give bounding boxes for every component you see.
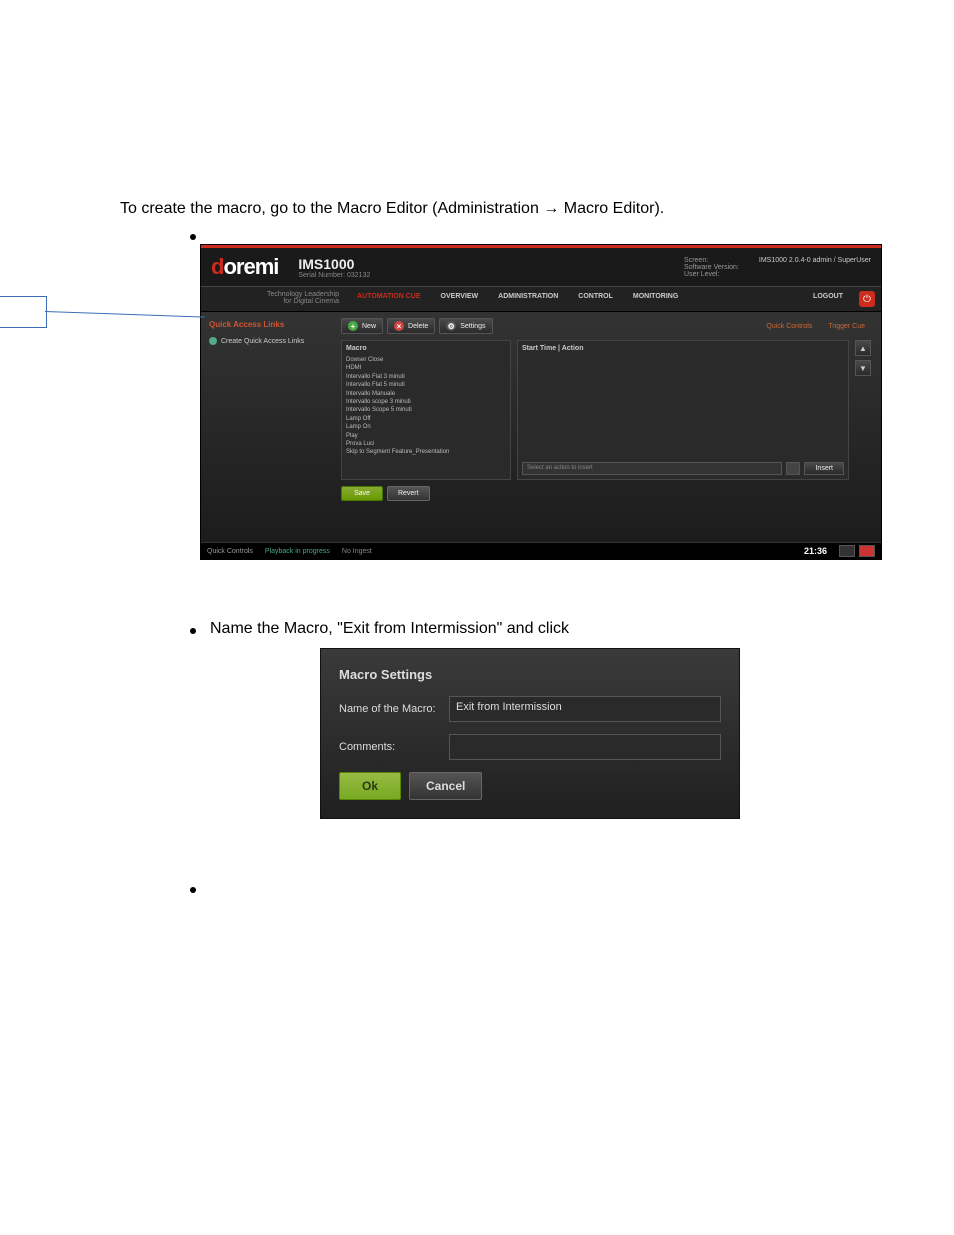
screen-label: Screen: <box>684 257 739 264</box>
screen-value: IMS1000 <box>759 257 787 264</box>
user-label: User Level: <box>684 271 739 278</box>
footer-playback: Playback in progress <box>265 548 330 555</box>
footer-time: 21:36 <box>804 546 827 556</box>
plus-icon: + <box>348 321 358 331</box>
link-icon <box>209 337 217 345</box>
settings-button[interactable]: ⚙Settings <box>439 318 492 334</box>
revert-button[interactable]: Revert <box>387 486 430 501</box>
tagline-2: for Digital Cinema <box>209 298 339 305</box>
serial-number: Serial Number: 032132 <box>298 272 370 279</box>
move-up-button[interactable]: ▲ <box>855 340 871 356</box>
tab-overview[interactable]: OVERVIEW <box>431 287 489 311</box>
sw-label: Software Version: <box>684 264 739 271</box>
bullet-icon <box>190 887 196 893</box>
footer-icon-2[interactable] <box>859 545 875 557</box>
intro-text: To create the macro, go to the Macro Edi… <box>60 200 894 218</box>
comments-label: Comments: <box>339 741 449 753</box>
list-item[interactable]: Intervallo Scope 5 minuti <box>346 406 506 414</box>
ok-button[interactable]: Ok <box>339 772 401 800</box>
trigger-cue-link[interactable]: Trigger Cue <box>822 321 871 332</box>
sidebar-title: Quick Access Links <box>209 320 323 329</box>
tab-administration[interactable]: ADMINISTRATION <box>488 287 568 311</box>
name-label: Name of the Macro: <box>339 703 449 715</box>
comments-input[interactable] <box>449 734 721 760</box>
footer-icon-1[interactable] <box>839 545 855 557</box>
product-name: IMS1000 <box>298 256 370 272</box>
callout-line <box>45 311 205 318</box>
list-item[interactable]: Intervallo Manuale <box>346 390 506 398</box>
macro-editor-screenshot: doremi IMS1000 Serial Number: 032132 Scr… <box>200 244 882 560</box>
macro-name-input[interactable]: Exit from Intermission <box>449 696 721 722</box>
tab-monitoring[interactable]: MONITORING <box>623 287 688 311</box>
macro-settings-dialog: Macro Settings Name of the Macro: Exit f… <box>320 648 740 819</box>
macro-panel-label: Macro <box>346 345 506 352</box>
step2-text: Name the Macro, "Exit from Intermission"… <box>210 620 569 638</box>
user-value: admin / SuperUser <box>813 257 871 264</box>
list-item[interactable]: Intervallo scope 3 minuti <box>346 398 506 406</box>
footer-quick-controls[interactable]: Quick Controls <box>207 548 253 555</box>
create-quick-access-link[interactable]: Create Quick Access Links <box>209 337 323 345</box>
list-item[interactable]: Skip to Segment Feature_Presentation <box>346 448 506 456</box>
sidebar-link-label: Create Quick Access Links <box>221 338 304 345</box>
list-item[interactable]: Prova Luci <box>346 440 506 448</box>
action-panel-header: Start Time | Action <box>522 345 844 352</box>
bullet-icon <box>190 628 196 634</box>
logout-button[interactable]: LOGOUT <box>803 287 853 311</box>
doremi-logo: doremi <box>211 254 278 280</box>
list-item[interactable]: Play <box>346 432 506 440</box>
delete-button[interactable]: ×Delete <box>387 318 435 334</box>
tab-automation-cue[interactable]: Automation Cue <box>347 287 431 311</box>
callout-box <box>0 296 47 328</box>
power-icon[interactable]: ⏻ <box>859 291 875 307</box>
action-select[interactable]: Select an action to insert <box>522 462 782 475</box>
bullet-icon <box>190 234 196 240</box>
sw-value: 2.0.4-0 <box>789 257 811 264</box>
insert-button[interactable]: Insert <box>804 462 844 475</box>
footer-ingest: No Ingest <box>342 548 372 555</box>
move-down-button[interactable]: ▼ <box>855 360 871 376</box>
list-item[interactable]: Lamp On <box>346 423 506 431</box>
tab-control[interactable]: CONTROL <box>568 287 623 311</box>
dropdown-icon[interactable] <box>786 462 800 475</box>
save-button[interactable]: Save <box>341 486 383 501</box>
quick-controls-link[interactable]: Quick Controls <box>760 321 818 332</box>
cancel-button[interactable]: Cancel <box>409 772 482 800</box>
macro-list[interactable]: Dowser Close HDMI Intervallo Flat 3 minu… <box>346 356 506 457</box>
new-button[interactable]: +New <box>341 318 383 334</box>
tagline-1: Technology Leadership <box>209 291 339 298</box>
list-item[interactable]: Dowser Close <box>346 356 506 364</box>
gear-icon: ⚙ <box>446 321 456 331</box>
list-item[interactable]: Intervallo Flat 3 minuti <box>346 373 506 381</box>
list-item[interactable]: Lamp Off <box>346 415 506 423</box>
list-item[interactable]: Intervallo Flat 5 minuti <box>346 381 506 389</box>
list-item[interactable]: HDMI <box>346 364 506 372</box>
x-icon: × <box>394 321 404 331</box>
dialog-title: Macro Settings <box>339 667 721 682</box>
